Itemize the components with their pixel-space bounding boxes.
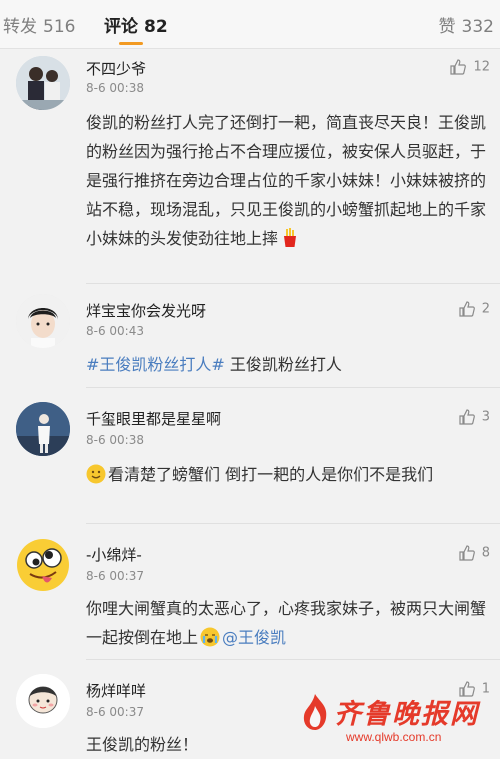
thumbs-up-icon <box>459 545 475 561</box>
fries-emoji-icon <box>284 228 297 247</box>
tab-repost[interactable]: 转发 516 <box>3 12 75 37</box>
tab-like-count: 332 <box>461 17 494 37</box>
tab-comment[interactable]: 评论 82 <box>104 12 168 37</box>
comment-username[interactable]: 不四少爷 <box>86 58 146 79</box>
like-button[interactable]: 8 <box>458 544 490 562</box>
like-count: 2 <box>481 301 490 317</box>
comment-username[interactable]: 千玺眼里都是星星啊 <box>86 408 221 429</box>
like-button[interactable]: 2 <box>458 300 490 318</box>
comment-username[interactable]: 烊宝宝你会发光呀 <box>86 300 206 321</box>
smile-emoji-icon <box>86 464 106 484</box>
mention-link[interactable]: @王俊凯 <box>222 628 286 647</box>
thumbs-up-icon <box>450 59 467 75</box>
like-count: 8 <box>481 545 490 561</box>
like-count: 12 <box>473 59 490 75</box>
comment-text: 俊凯的粉丝打人完了还倒打一耙，简直丧尽天良！王俊凯的粉丝因为强行抢占不合理应援位… <box>86 108 486 253</box>
comment-item: 千玺眼里都是星星啊 8-6 00:38 3 看清楚了螃蟹们 倒打一耙的人是你们不… <box>0 388 500 524</box>
avatar[interactable] <box>16 674 70 728</box>
comment-time: 8-6 00:43 <box>86 324 144 338</box>
avatar[interactable] <box>16 402 70 456</box>
active-tab-indicator <box>119 42 143 45</box>
tab-like[interactable]: 赞 332 <box>439 12 494 37</box>
like-count: 3 <box>481 409 490 425</box>
comment-time: 8-6 00:37 <box>86 705 144 719</box>
comment-item: 烊宝宝你会发光呀 8-6 00:43 2 #王俊凯粉丝打人# 王俊凯粉丝打人 <box>0 284 500 388</box>
tab-repost-label: 转发 <box>3 17 37 37</box>
news-watermark: 齐鲁晚报网 www.qlwb.com.cn <box>298 684 494 754</box>
silly-face-emoji-icon <box>17 539 69 591</box>
comment-text: 你哩大闸蟹真的太恶心了，心疼我家妹子，被两只大闸蟹一起按倒在地上 @王俊凯 <box>86 594 486 652</box>
comment-text-content: 王俊凯的粉丝！ <box>86 735 199 754</box>
tab-comment-count: 82 <box>144 17 168 37</box>
comment-item: -小绵烊- 8-6 00:37 8 你哩大闸蟹真的太恶心了，心疼我家妹子，被两只… <box>0 524 500 660</box>
crying-emoji-icon <box>200 627 220 647</box>
thumbs-up-icon <box>459 301 475 317</box>
comment-text-content: 看清楚了螃蟹们 倒打一耙的人是你们不是我们 <box>108 465 434 484</box>
comment-text: #王俊凯粉丝打人# 王俊凯粉丝打人 <box>86 350 486 379</box>
comment-text-content: 王俊凯粉丝打人 <box>224 355 342 374</box>
tab-comment-label: 评论 <box>104 17 138 37</box>
comment-username[interactable]: 杨烊咩咩 <box>86 680 146 701</box>
comment-text: 看清楚了螃蟹们 倒打一耙的人是你们不是我们 <box>86 460 486 489</box>
flame-logo-icon <box>303 694 327 730</box>
watermark-title: 齐鲁晚报网 <box>334 699 479 730</box>
tab-like-label: 赞 <box>438 17 456 37</box>
tab-bar: 转发 516 评论 82 赞 332 <box>0 0 500 49</box>
like-button[interactable]: 12 <box>449 58 490 76</box>
avatar-figure-icon <box>16 402 70 456</box>
comment-time: 8-6 00:38 <box>86 81 144 95</box>
avatar[interactable] <box>16 538 70 592</box>
avatar-cartoon-icon <box>16 674 70 728</box>
comment-time: 8-6 00:38 <box>86 433 144 447</box>
comment-item: 不四少爷 8-6 00:38 12 俊凯的粉丝打人完了还倒打一耙，简直丧尽天良！… <box>0 48 500 284</box>
avatar-boy-icon <box>16 294 70 348</box>
avatar[interactable] <box>16 294 70 348</box>
avatar-photo-icon <box>16 56 70 110</box>
comment-time: 8-6 00:37 <box>86 569 144 583</box>
like-button[interactable]: 3 <box>458 408 490 426</box>
tab-repost-count: 516 <box>43 17 76 37</box>
avatar[interactable] <box>16 56 70 110</box>
thumbs-up-icon <box>459 409 475 425</box>
watermark-url: www.qlwb.com.cn <box>346 730 442 744</box>
comment-username[interactable]: -小绵烊- <box>86 544 142 565</box>
hashtag-link[interactable]: #王俊凯粉丝打人# <box>86 355 225 374</box>
